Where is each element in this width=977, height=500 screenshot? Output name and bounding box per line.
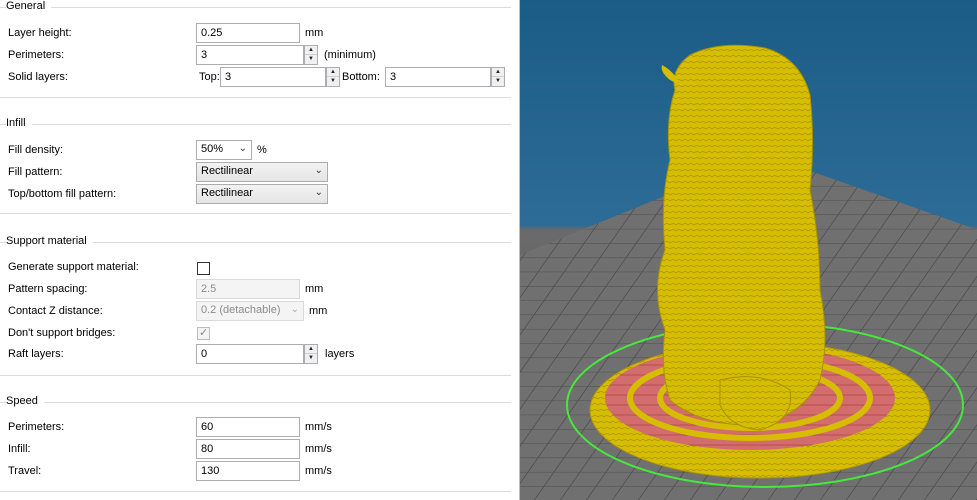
support-group: Support material xyxy=(0,235,519,255)
generate-support-label: Generate support material: xyxy=(8,261,139,273)
chevron-down-icon[interactable]: ⌄ xyxy=(239,143,247,154)
dont-support-bridges-label: Don't support bridges: xyxy=(8,327,116,339)
fill-pattern-select[interactable]: Rectilinear ⌄ xyxy=(196,162,328,182)
speed-perimeters-row: Perimeters: mm/s xyxy=(0,417,519,439)
raft-layers-row: Raft layers: ▲ ▼ layers xyxy=(0,344,519,366)
group-divider xyxy=(0,7,511,8)
perimeters-input[interactable] xyxy=(196,45,304,65)
pattern-spacing-input[interactable] xyxy=(196,279,300,299)
raft-layers-unit: layers xyxy=(325,348,355,360)
stepper-up-icon[interactable]: ▲ xyxy=(305,345,317,354)
stepper-down-icon[interactable]: ▼ xyxy=(305,55,317,64)
solid-layers-row: Solid layers: Top: ▲ ▼ Bottom: ▲ ▼ xyxy=(0,67,519,89)
perimeters-row: Perimeters: ▲ ▼ (minimum) xyxy=(0,45,519,67)
group-divider xyxy=(0,124,511,125)
contact-z-row: Contact Z distance: 0.2 (detachable) ⌄ m… xyxy=(0,301,519,323)
stepper-up-icon[interactable]: ▲ xyxy=(492,68,504,77)
dont-support-bridges-row: Don't support bridges: ✓ xyxy=(0,323,519,345)
chevron-down-icon[interactable]: ⌄ xyxy=(315,187,323,198)
layer-height-unit: mm xyxy=(305,27,324,39)
speed-group: Speed xyxy=(0,395,519,415)
speed-group-title: Speed xyxy=(6,395,44,407)
pattern-spacing-row: Pattern spacing: mm xyxy=(0,279,519,301)
fill-density-value: 50% xyxy=(201,143,224,155)
group-divider xyxy=(0,97,511,98)
chevron-down-icon[interactable]: ⌄ xyxy=(315,165,323,176)
layer-height-input[interactable] xyxy=(196,23,300,43)
speed-infill-input[interactable] xyxy=(196,439,300,459)
generate-support-row: Generate support material: xyxy=(0,257,519,279)
solid-layers-bottom-stepper[interactable]: ▲ ▼ xyxy=(491,67,505,87)
solid-layers-top-stepper[interactable]: ▲ ▼ xyxy=(326,67,340,87)
speed-infill-row: Infill: mm/s xyxy=(0,439,519,461)
3d-scene[interactable] xyxy=(520,0,977,500)
fill-density-unit: % xyxy=(257,144,267,156)
stepper-down-icon[interactable]: ▼ xyxy=(327,77,339,86)
infill-group: Infill xyxy=(0,117,519,137)
stepper-down-icon[interactable]: ▼ xyxy=(305,354,317,363)
top-bottom-pattern-row: Top/bottom fill pattern: Rectilinear ⌄ xyxy=(0,184,519,206)
layer-height-label: Layer height: xyxy=(8,27,72,39)
group-divider xyxy=(0,213,511,214)
chevron-down-icon[interactable]: ⌄ xyxy=(291,304,299,315)
3d-preview-viewport[interactable] xyxy=(519,0,977,500)
fill-pattern-value: Rectilinear xyxy=(201,165,253,177)
fill-pattern-label: Fill pattern: xyxy=(8,166,63,178)
group-divider xyxy=(0,491,511,492)
fill-pattern-row: Fill pattern: Rectilinear ⌄ xyxy=(0,162,519,184)
contact-z-combo[interactable]: 0.2 (detachable) ⌄ xyxy=(196,301,304,321)
solid-layers-bottom-label: Bottom: xyxy=(342,71,380,83)
dont-support-bridges-checkbox[interactable]: ✓ xyxy=(197,327,210,340)
speed-travel-label: Travel: xyxy=(8,465,42,477)
pattern-spacing-label: Pattern spacing: xyxy=(8,283,88,295)
support-group-title: Support material xyxy=(6,235,93,247)
group-divider xyxy=(0,402,511,403)
perimeters-stepper[interactable]: ▲ ▼ xyxy=(304,45,318,65)
speed-infill-label: Infill: xyxy=(8,443,31,455)
top-bottom-pattern-label: Top/bottom fill pattern: xyxy=(8,188,117,200)
speed-travel-unit: mm/s xyxy=(305,465,332,477)
generate-support-checkbox[interactable] xyxy=(197,262,210,275)
fill-density-combo[interactable]: 50% ⌄ xyxy=(196,140,252,160)
raft-layers-label: Raft layers: xyxy=(8,348,64,360)
printed-model xyxy=(657,44,826,426)
contact-z-unit: mm xyxy=(309,305,328,317)
speed-travel-row: Travel: mm/s xyxy=(0,461,519,483)
group-divider xyxy=(0,375,511,376)
contact-z-label: Contact Z distance: xyxy=(8,305,103,317)
solid-layers-top-input[interactable] xyxy=(220,67,326,87)
perimeters-label: Perimeters: xyxy=(8,49,65,61)
speed-perimeters-input[interactable] xyxy=(196,417,300,437)
raft-layers-stepper[interactable]: ▲ ▼ xyxy=(304,344,318,364)
stepper-up-icon[interactable]: ▲ xyxy=(305,46,317,55)
stepper-down-icon[interactable]: ▼ xyxy=(492,77,504,86)
general-group-title: General xyxy=(6,0,52,12)
solid-layers-label: Solid layers: xyxy=(8,71,68,83)
perimeters-unit: (minimum) xyxy=(324,49,376,61)
speed-perimeters-label: Perimeters: xyxy=(8,421,65,433)
contact-z-value: 0.2 (detachable) xyxy=(201,304,281,316)
checkmark-icon: ✓ xyxy=(199,327,209,339)
top-bottom-pattern-select[interactable]: Rectilinear ⌄ xyxy=(196,184,328,204)
fill-density-label: Fill density: xyxy=(8,144,64,156)
layer-height-row: Layer height: mm xyxy=(0,23,519,45)
speed-travel-input[interactable] xyxy=(196,461,300,481)
pattern-spacing-unit: mm xyxy=(305,283,324,295)
fill-density-row: Fill density: 50% ⌄ % xyxy=(0,140,519,162)
solid-layers-bottom-input[interactable] xyxy=(385,67,491,87)
speed-perimeters-unit: mm/s xyxy=(305,421,332,433)
top-bottom-pattern-value: Rectilinear xyxy=(201,187,253,199)
raft-layers-input[interactable] xyxy=(196,344,304,364)
solid-layers-top-label: Top: xyxy=(199,71,220,83)
speed-infill-unit: mm/s xyxy=(305,443,332,455)
infill-group-title: Infill xyxy=(6,117,32,129)
print-settings-panel: General Layer height: mm Perimeters: ▲ ▼… xyxy=(0,0,519,500)
stepper-up-icon[interactable]: ▲ xyxy=(327,68,339,77)
